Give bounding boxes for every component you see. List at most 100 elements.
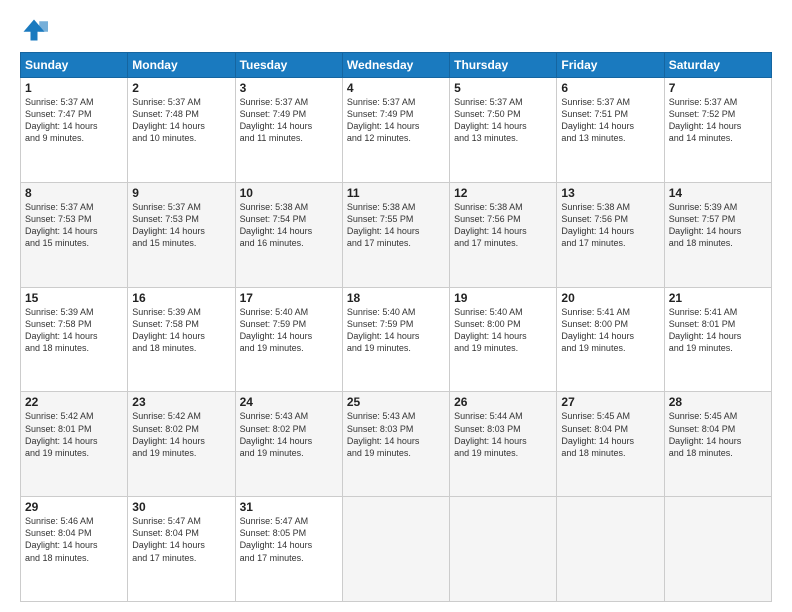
day-number: 29 (25, 500, 123, 514)
day-detail: Sunrise: 5:43 AMSunset: 8:03 PMDaylight:… (347, 410, 445, 459)
calendar-cell: 10Sunrise: 5:38 AMSunset: 7:54 PMDayligh… (235, 182, 342, 287)
calendar-header: SundayMondayTuesdayWednesdayThursdayFrid… (21, 53, 772, 78)
calendar-cell: 2Sunrise: 5:37 AMSunset: 7:48 PMDaylight… (128, 78, 235, 183)
day-detail: Sunrise: 5:39 AMSunset: 7:58 PMDaylight:… (25, 306, 123, 355)
day-number: 5 (454, 81, 552, 95)
calendar-week-1: 1Sunrise: 5:37 AMSunset: 7:47 PMDaylight… (21, 78, 772, 183)
calendar-cell: 13Sunrise: 5:38 AMSunset: 7:56 PMDayligh… (557, 182, 664, 287)
day-number: 24 (240, 395, 338, 409)
calendar-cell: 9Sunrise: 5:37 AMSunset: 7:53 PMDaylight… (128, 182, 235, 287)
calendar-cell: 29Sunrise: 5:46 AMSunset: 8:04 PMDayligh… (21, 497, 128, 602)
day-number: 8 (25, 186, 123, 200)
day-detail: Sunrise: 5:47 AMSunset: 8:05 PMDaylight:… (240, 515, 338, 564)
day-number: 17 (240, 291, 338, 305)
calendar-cell: 22Sunrise: 5:42 AMSunset: 8:01 PMDayligh… (21, 392, 128, 497)
day-detail: Sunrise: 5:45 AMSunset: 8:04 PMDaylight:… (669, 410, 767, 459)
calendar-cell: 20Sunrise: 5:41 AMSunset: 8:00 PMDayligh… (557, 287, 664, 392)
calendar-cell: 16Sunrise: 5:39 AMSunset: 7:58 PMDayligh… (128, 287, 235, 392)
calendar-cell: 4Sunrise: 5:37 AMSunset: 7:49 PMDaylight… (342, 78, 449, 183)
calendar-cell: 30Sunrise: 5:47 AMSunset: 8:04 PMDayligh… (128, 497, 235, 602)
day-detail: Sunrise: 5:37 AMSunset: 7:52 PMDaylight:… (669, 96, 767, 145)
weekday-header-tuesday: Tuesday (235, 53, 342, 78)
calendar-week-4: 22Sunrise: 5:42 AMSunset: 8:01 PMDayligh… (21, 392, 772, 497)
calendar-cell: 14Sunrise: 5:39 AMSunset: 7:57 PMDayligh… (664, 182, 771, 287)
day-detail: Sunrise: 5:47 AMSunset: 8:04 PMDaylight:… (132, 515, 230, 564)
day-number: 25 (347, 395, 445, 409)
day-detail: Sunrise: 5:42 AMSunset: 8:01 PMDaylight:… (25, 410, 123, 459)
calendar-cell: 17Sunrise: 5:40 AMSunset: 7:59 PMDayligh… (235, 287, 342, 392)
weekday-header-friday: Friday (557, 53, 664, 78)
calendar-week-5: 29Sunrise: 5:46 AMSunset: 8:04 PMDayligh… (21, 497, 772, 602)
day-number: 11 (347, 186, 445, 200)
day-detail: Sunrise: 5:38 AMSunset: 7:56 PMDaylight:… (454, 201, 552, 250)
day-number: 30 (132, 500, 230, 514)
day-detail: Sunrise: 5:46 AMSunset: 8:04 PMDaylight:… (25, 515, 123, 564)
calendar-cell: 1Sunrise: 5:37 AMSunset: 7:47 PMDaylight… (21, 78, 128, 183)
day-detail: Sunrise: 5:41 AMSunset: 8:00 PMDaylight:… (561, 306, 659, 355)
calendar-cell: 31Sunrise: 5:47 AMSunset: 8:05 PMDayligh… (235, 497, 342, 602)
calendar-body: 1Sunrise: 5:37 AMSunset: 7:47 PMDaylight… (21, 78, 772, 602)
day-number: 19 (454, 291, 552, 305)
day-detail: Sunrise: 5:39 AMSunset: 7:58 PMDaylight:… (132, 306, 230, 355)
day-number: 6 (561, 81, 659, 95)
calendar-cell: 25Sunrise: 5:43 AMSunset: 8:03 PMDayligh… (342, 392, 449, 497)
day-detail: Sunrise: 5:37 AMSunset: 7:47 PMDaylight:… (25, 96, 123, 145)
calendar-cell (664, 497, 771, 602)
calendar-cell: 19Sunrise: 5:40 AMSunset: 8:00 PMDayligh… (450, 287, 557, 392)
day-detail: Sunrise: 5:38 AMSunset: 7:56 PMDaylight:… (561, 201, 659, 250)
day-detail: Sunrise: 5:37 AMSunset: 7:51 PMDaylight:… (561, 96, 659, 145)
calendar-cell: 28Sunrise: 5:45 AMSunset: 8:04 PMDayligh… (664, 392, 771, 497)
calendar-cell (557, 497, 664, 602)
calendar-cell (342, 497, 449, 602)
calendar-cell: 21Sunrise: 5:41 AMSunset: 8:01 PMDayligh… (664, 287, 771, 392)
day-detail: Sunrise: 5:39 AMSunset: 7:57 PMDaylight:… (669, 201, 767, 250)
logo-icon (20, 16, 48, 44)
weekday-header-sunday: Sunday (21, 53, 128, 78)
day-number: 16 (132, 291, 230, 305)
calendar-cell: 12Sunrise: 5:38 AMSunset: 7:56 PMDayligh… (450, 182, 557, 287)
day-detail: Sunrise: 5:37 AMSunset: 7:53 PMDaylight:… (25, 201, 123, 250)
day-number: 7 (669, 81, 767, 95)
day-number: 13 (561, 186, 659, 200)
weekday-header-row: SundayMondayTuesdayWednesdayThursdayFrid… (21, 53, 772, 78)
day-number: 2 (132, 81, 230, 95)
day-number: 9 (132, 186, 230, 200)
day-number: 10 (240, 186, 338, 200)
day-number: 31 (240, 500, 338, 514)
page: SundayMondayTuesdayWednesdayThursdayFrid… (0, 0, 792, 612)
calendar-cell: 3Sunrise: 5:37 AMSunset: 7:49 PMDaylight… (235, 78, 342, 183)
day-number: 14 (669, 186, 767, 200)
calendar-cell: 15Sunrise: 5:39 AMSunset: 7:58 PMDayligh… (21, 287, 128, 392)
day-number: 27 (561, 395, 659, 409)
day-detail: Sunrise: 5:37 AMSunset: 7:49 PMDaylight:… (240, 96, 338, 145)
day-detail: Sunrise: 5:37 AMSunset: 7:50 PMDaylight:… (454, 96, 552, 145)
day-number: 15 (25, 291, 123, 305)
logo (20, 16, 52, 44)
calendar-cell: 23Sunrise: 5:42 AMSunset: 8:02 PMDayligh… (128, 392, 235, 497)
day-detail: Sunrise: 5:37 AMSunset: 7:49 PMDaylight:… (347, 96, 445, 145)
day-number: 23 (132, 395, 230, 409)
day-detail: Sunrise: 5:43 AMSunset: 8:02 PMDaylight:… (240, 410, 338, 459)
day-detail: Sunrise: 5:40 AMSunset: 7:59 PMDaylight:… (347, 306, 445, 355)
weekday-header-wednesday: Wednesday (342, 53, 449, 78)
calendar-cell: 5Sunrise: 5:37 AMSunset: 7:50 PMDaylight… (450, 78, 557, 183)
calendar-cell: 18Sunrise: 5:40 AMSunset: 7:59 PMDayligh… (342, 287, 449, 392)
day-number: 26 (454, 395, 552, 409)
calendar-cell: 11Sunrise: 5:38 AMSunset: 7:55 PMDayligh… (342, 182, 449, 287)
day-number: 20 (561, 291, 659, 305)
calendar-table: SundayMondayTuesdayWednesdayThursdayFrid… (20, 52, 772, 602)
day-detail: Sunrise: 5:45 AMSunset: 8:04 PMDaylight:… (561, 410, 659, 459)
weekday-header-thursday: Thursday (450, 53, 557, 78)
day-detail: Sunrise: 5:40 AMSunset: 8:00 PMDaylight:… (454, 306, 552, 355)
day-detail: Sunrise: 5:37 AMSunset: 7:53 PMDaylight:… (132, 201, 230, 250)
day-number: 1 (25, 81, 123, 95)
day-number: 4 (347, 81, 445, 95)
calendar-cell: 7Sunrise: 5:37 AMSunset: 7:52 PMDaylight… (664, 78, 771, 183)
day-number: 18 (347, 291, 445, 305)
calendar-cell: 27Sunrise: 5:45 AMSunset: 8:04 PMDayligh… (557, 392, 664, 497)
day-detail: Sunrise: 5:38 AMSunset: 7:55 PMDaylight:… (347, 201, 445, 250)
weekday-header-saturday: Saturday (664, 53, 771, 78)
day-number: 21 (669, 291, 767, 305)
calendar-week-2: 8Sunrise: 5:37 AMSunset: 7:53 PMDaylight… (21, 182, 772, 287)
day-number: 22 (25, 395, 123, 409)
